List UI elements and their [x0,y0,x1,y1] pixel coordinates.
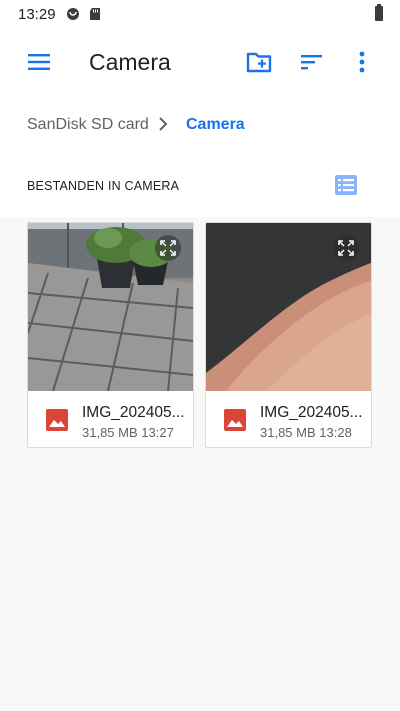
file-name: IMG_202405... [260,404,363,421]
file-size: 31,85 MB [82,425,138,440]
expand-icon[interactable] [333,235,359,261]
breadcrumb-root[interactable]: SanDisk SD card [27,116,149,134]
expand-icon[interactable] [155,235,181,261]
section-header: BESTANDEN IN CAMERA [0,158,400,217]
file-card[interactable]: IMG_202405... 31,85 MB 13:27 [27,222,194,448]
image-file-icon [46,409,68,431]
file-card[interactable]: IMG_202405... 31,85 MB 13:28 [205,222,372,448]
battery-icon [375,4,383,21]
status-time: 13:29 [18,5,56,23]
menu-icon[interactable] [26,50,54,74]
file-time: 13:27 [141,425,174,440]
sd-card-icon [89,8,100,20]
file-meta: 31,85 MB 13:27 [82,425,174,440]
file-time: 13:28 [319,425,352,440]
section-label: BESTANDEN IN CAMERA [27,179,180,193]
app-bar: Camera [0,28,400,96]
file-size: 31,85 MB [260,425,316,440]
notification-app-icon [66,8,79,20]
image-file-icon [224,409,246,431]
sort-icon[interactable] [298,48,326,76]
page-title: Camera [89,49,171,75]
new-folder-icon[interactable] [245,48,273,76]
more-options-icon[interactable] [348,48,376,76]
breadcrumb: SanDisk SD card Camera [0,96,400,158]
file-name: IMG_202405... [82,404,185,421]
file-meta: 31,85 MB 13:28 [260,425,352,440]
status-bar: 13:29 [0,0,400,28]
breadcrumb-current[interactable]: Camera [186,116,245,134]
chevron-right-icon [159,117,168,131]
list-view-icon[interactable] [335,175,357,195]
